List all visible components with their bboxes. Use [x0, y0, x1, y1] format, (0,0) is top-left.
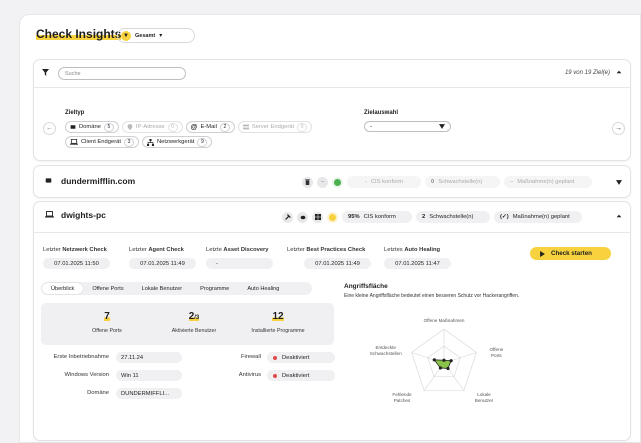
- radar-point-4: [432, 358, 436, 362]
- play-icon: [540, 250, 545, 257]
- chevron-down-icon: [439, 124, 445, 129]
- firewall-status: Deaktiviert: [267, 352, 335, 363]
- attack-surface-title: Angriffsfläche: [344, 283, 388, 290]
- target-card-device: dwights-pc 95% CIS konform 2 Schwachstel…: [33, 201, 631, 441]
- vuln-status: 2 Schwachstelle(n): [416, 211, 490, 223]
- stat-active-users: 2/3 Aktivierte Benutzer: [171, 311, 217, 334]
- attack-surface-radar: Offene Maßnahmen Offene Ports Lokale Benut…: [364, 308, 524, 408]
- radar-point-0: [442, 358, 446, 362]
- attack-surface-subtitle: Eine kleine Angriffsfläche bedeutet eine…: [344, 293, 520, 299]
- tab-overview[interactable]: Überblick: [42, 283, 84, 294]
- type-filter-client[interactable]: Client Endgerät 3: [65, 136, 139, 148]
- app-frame: Check Insights ▼ Gesamt ▾ Suche 19 von 1…: [19, 14, 641, 443]
- domain-label: Domäne: [87, 390, 109, 396]
- tab-local-users[interactable]: Lokale Benutzer: [133, 283, 191, 294]
- collapse-icon[interactable]: [616, 213, 622, 221]
- status-red-dot: [273, 373, 277, 378]
- status-dot-icon: [332, 176, 343, 188]
- network-icon: [146, 138, 154, 146]
- tab-open-ports[interactable]: Offene Ports: [83, 283, 132, 294]
- scope-selector[interactable]: ▼ Gesamt ▾: [117, 28, 195, 43]
- vuln-status: 0 Schwachstelle(n): [425, 176, 500, 188]
- check-label-asset: Letzte Asset Discovery: [206, 247, 269, 253]
- cis-status: - CIS konform: [347, 176, 421, 188]
- radar-point-1: [449, 359, 453, 363]
- check-date-asset: -: [206, 258, 273, 269]
- first-commission-value: 27.11.24: [116, 352, 182, 363]
- radar-point-3: [438, 366, 443, 370]
- arrow-right-icon[interactable]: →: [612, 122, 625, 135]
- search-input[interactable]: Suche: [58, 67, 186, 80]
- at-icon: @: [190, 123, 198, 131]
- detail-tabs: Überblick Offene Ports Lokale Benutzer P…: [41, 282, 312, 295]
- measures-status: (✓) Maßnahme(n) geplant: [494, 211, 582, 223]
- laptop-icon: [45, 211, 54, 220]
- radar-axis-label: Offene Ports: [489, 347, 504, 359]
- type-filter-server[interactable]: Server Endgerät 0: [237, 121, 313, 133]
- location-pin-icon: [127, 124, 133, 130]
- windows-version-value: Win 11: [116, 370, 182, 381]
- check-label-network: Letzter Netzwerk Check: [43, 247, 107, 253]
- stats-panel: 7 Offene Ports 2/3 Aktivierte Benutzer 1…: [41, 303, 334, 345]
- tools-icon[interactable]: [282, 211, 293, 223]
- radar-axis-label: Offene Maßnahmen: [423, 318, 465, 323]
- target-name: dwights-pc: [61, 210, 106, 220]
- type-filter-domain[interactable]: Domäne 5: [65, 121, 119, 133]
- tab-auto-healing[interactable]: Auto Healing: [238, 283, 288, 294]
- stat-installed-programs: 12 Installierte Programme: [251, 311, 305, 334]
- domain-icon: [45, 177, 52, 186]
- cis-status: 95% CIS konform: [342, 211, 412, 223]
- page-title: Check Insights: [36, 27, 122, 41]
- status-red-dot: [273, 355, 277, 360]
- filter-icon[interactable]: [42, 69, 49, 78]
- start-check-button[interactable]: Check starten: [530, 247, 611, 260]
- antivirus-label: Antivirus: [238, 372, 261, 378]
- first-commission-label: Erste Inbetriebnahme: [53, 354, 109, 360]
- divider: [34, 232, 630, 233]
- zieltyp-label: Zieltyp: [65, 110, 85, 116]
- check-label-bestpractice: Letzter Best Practices Check: [287, 247, 366, 253]
- expand-icon[interactable]: [616, 180, 622, 187]
- divider: [34, 87, 630, 88]
- filter-icon: ▼: [121, 30, 131, 41]
- check-date-bestpractice: 07.01.2025 11:49: [304, 258, 371, 269]
- collapse-icon[interactable]: [616, 69, 622, 77]
- radar-axis-label: Lokale Benutzer: [474, 391, 494, 403]
- scope-label: Gesamt: [135, 32, 156, 39]
- stat-open-ports: 7 Offene Ports: [92, 311, 122, 334]
- trash-icon[interactable]: [302, 176, 313, 188]
- domain-icon: [70, 125, 76, 129]
- status-dot-icon: [327, 211, 338, 223]
- chevron-down-icon: ▾: [159, 33, 163, 39]
- check-label-agent: Letzter Agent Check: [129, 247, 184, 253]
- type-filter-ip[interactable]: IP-Adresse 0: [121, 121, 183, 133]
- type-filter-email[interactable]: @ E-Mail 2: [185, 121, 235, 133]
- radar-axis-label: Fehlende Patches: [392, 391, 412, 403]
- radar-axis-label: Entdeckte Schwachstellen: [369, 345, 402, 357]
- radar-point-2: [446, 366, 450, 371]
- check-date-agent: 07.01.2025 11:49: [129, 258, 196, 269]
- target-name: dundermifflin.com: [61, 176, 136, 186]
- server-icon: [242, 124, 249, 130]
- laptop-icon: [70, 139, 78, 145]
- target-count: 19 von 19 Ziel(e): [564, 70, 610, 76]
- tab-programs[interactable]: Programme: [191, 283, 238, 294]
- network-scan-icon[interactable]: [297, 211, 308, 223]
- check-label-autohealing: Letztes Auto Healing: [384, 247, 441, 253]
- check-date-autohealing: 07.01.2025 11:47: [384, 258, 451, 269]
- type-filter-network[interactable]: Netzwerkgerät 9: [141, 136, 213, 148]
- filter-card: Suche 19 von 19 Ziel(e) ← → Zieltyp Ziel…: [33, 59, 631, 161]
- domain-value: DUNDERMIFFLI...: [116, 388, 182, 399]
- arrow-left-icon[interactable]: ←: [43, 122, 56, 135]
- zielauswahl-label: Zielauswahl: [364, 110, 399, 116]
- windows-icon: [312, 211, 323, 223]
- zielauswahl-select[interactable]: -: [364, 121, 451, 132]
- measures-status: – Maßnahme(n) geplant: [504, 176, 592, 188]
- antivirus-status: Deaktiviert: [267, 370, 335, 381]
- status-dash: –: [317, 176, 328, 188]
- target-card-domain[interactable]: dundermifflin.com – - CIS konform 0 Schw…: [33, 165, 631, 198]
- firewall-label: Firewall: [241, 354, 261, 360]
- check-date-network: 07.01.2025 11:50: [43, 258, 110, 269]
- windows-version-label: Windows Version: [64, 372, 109, 378]
